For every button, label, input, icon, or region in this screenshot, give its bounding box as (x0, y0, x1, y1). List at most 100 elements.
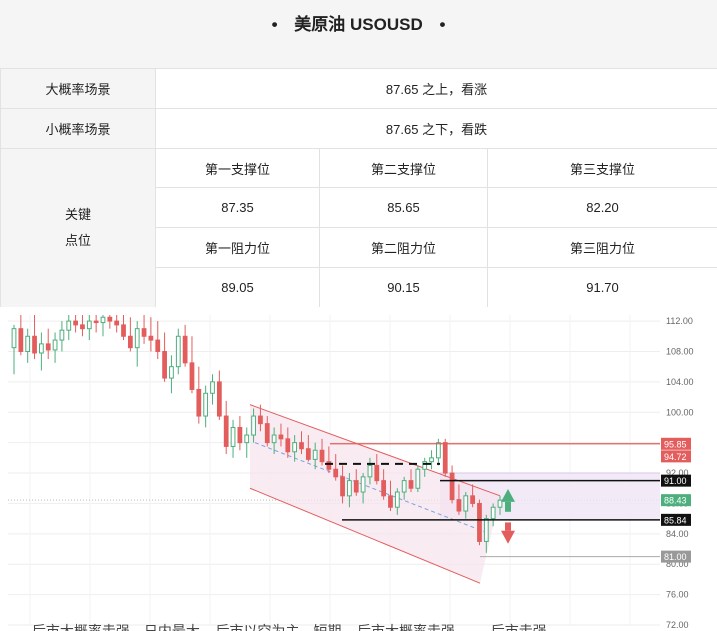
candle-body (483, 518, 489, 542)
candle-body (360, 476, 366, 493)
candle-body (93, 320, 99, 324)
candle-body (32, 335, 37, 354)
candle-body (456, 499, 462, 512)
candle-body (497, 499, 503, 508)
candle-body (196, 388, 202, 417)
y-tick-label: 104.00 (666, 377, 694, 387)
candle-body (470, 495, 476, 504)
key-points-label-line2: 点位 (64, 233, 91, 248)
candle-body (100, 316, 106, 324)
candle-body (429, 457, 434, 463)
candle-body (463, 495, 469, 512)
candle-body (25, 335, 31, 352)
candle-body (264, 423, 270, 444)
minor-scenario-label: 小概率场景 (0, 108, 156, 149)
candle-body (182, 335, 188, 364)
y-tick-label: 84.00 (666, 529, 689, 539)
candle-body (114, 320, 120, 326)
price-tag-label: 85.84 (664, 515, 687, 525)
support1-value: 87.35 (155, 187, 320, 228)
y-tick-label: 100.00 (666, 407, 694, 417)
support2-label: 第二支撑位 (319, 148, 488, 188)
candle-body (388, 495, 393, 508)
price-tag-label: 81.00 (664, 552, 687, 562)
candle-body (80, 324, 85, 330)
candle-body (436, 442, 441, 459)
candle-body (374, 464, 380, 482)
title-text: 美原油 USOUSD (294, 15, 423, 34)
candle-body (237, 426, 243, 444)
candle-body (18, 328, 24, 352)
candle-body (477, 502, 482, 542)
candle-body (251, 415, 256, 436)
price-tag-label: 88.43 (664, 496, 687, 506)
candle-body (353, 480, 359, 493)
minor-scenario-value: 87.65 之下，看跌 (154, 108, 717, 149)
candle-body (175, 335, 181, 368)
resistance2-label: 第二阻力位 (319, 227, 488, 268)
candle-body (278, 434, 284, 440)
candlestick-chart-svg: 112.00108.00104.00100.0096.0092.0088.008… (0, 307, 717, 631)
candle-body (230, 426, 236, 447)
footer-text: —— 后市大概率走强，日内最大... 后市以空为主，短期... 后市大概率走强 … (0, 623, 559, 631)
candle-body (148, 335, 154, 341)
title-bullet-right: • (439, 15, 446, 34)
key-points-label-line1: 关键 (64, 207, 91, 222)
candle-body (347, 480, 352, 497)
candle-body (312, 449, 318, 460)
support3-value: 82.20 (486, 187, 717, 228)
resistance2-value: 90.15 (319, 267, 488, 308)
major-scenario-label: 大概率场景 (0, 68, 156, 109)
resistance1-value: 89.05 (155, 267, 320, 308)
candle-body (415, 468, 421, 489)
candle-body (38, 343, 44, 354)
candle-body (326, 461, 332, 470)
candle-body (223, 415, 229, 447)
candle-body (271, 434, 277, 444)
candle-body (210, 381, 215, 394)
candle-body (141, 328, 147, 337)
candle-body (169, 366, 174, 379)
candle-body (155, 339, 161, 352)
candle-body (216, 381, 222, 417)
y-tick-label: 112.00 (666, 316, 693, 326)
candle-body (285, 438, 291, 453)
candle-body (107, 316, 113, 322)
resistance1-label: 第一阻力位 (155, 227, 320, 268)
candle-body (401, 480, 407, 493)
candle-body (333, 468, 339, 478)
candle-body (422, 461, 428, 470)
major-scenario-value: 87.65 之上，看涨 (154, 68, 717, 109)
candle-body (299, 442, 304, 450)
support3-label: 第三支撑位 (486, 148, 717, 188)
candle-body (258, 415, 263, 425)
support2-value: 85.65 (319, 187, 488, 228)
candle-body (86, 320, 92, 330)
candle-body (11, 328, 17, 349)
up-arrow-shaft (505, 501, 511, 512)
down-arrow-shaft (505, 522, 511, 531)
key-points-label: 关键 点位 (0, 148, 156, 308)
candle-body (449, 472, 455, 501)
y-tick-label: 108.00 (666, 346, 694, 356)
candle-body (408, 480, 414, 489)
candle-body (394, 491, 400, 508)
candle-body (305, 448, 311, 460)
candle-body (121, 324, 126, 337)
price-tag-label: 91.00 (664, 476, 687, 486)
y-tick-label: 76.00 (666, 590, 689, 600)
candle-body (442, 442, 448, 474)
candle-body (127, 335, 133, 349)
candle-body (162, 350, 167, 379)
candle-body (319, 449, 325, 463)
candle-body (189, 362, 195, 390)
resistance3-value: 91.70 (486, 267, 717, 308)
candle-body (59, 329, 65, 341)
title-bar: • 美原油 USOUSD • (0, 0, 717, 69)
candle-body (340, 476, 345, 497)
page-title: • 美原油 USOUSD • (0, 10, 717, 35)
candle-body (367, 464, 373, 478)
price-tag-label: 94.72 (664, 452, 687, 462)
candle-body (292, 442, 298, 453)
candle-body (381, 480, 387, 497)
